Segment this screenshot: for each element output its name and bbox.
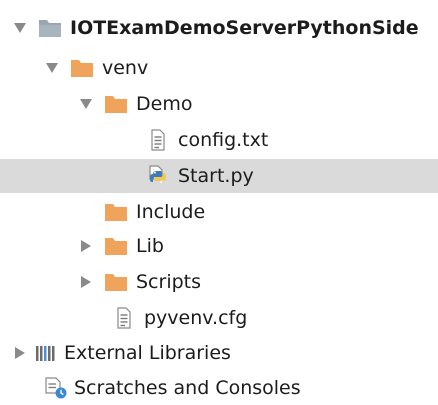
libraries-icon [34, 342, 58, 364]
chevron-right-icon[interactable] [12, 345, 28, 361]
project-folder-icon [38, 17, 62, 39]
text-file-icon [146, 129, 170, 151]
tree-item-start-py[interactable]: Start.py [0, 159, 438, 193]
folder-icon [104, 271, 128, 293]
tree-item-label: pyvenv.cfg [144, 307, 248, 329]
tree-item-include[interactable]: Include [0, 195, 438, 229]
tree-item-label: Scratches and Consoles [74, 377, 301, 399]
tree-item-label: config.txt [178, 129, 269, 151]
tree-item-label: Scripts [136, 271, 202, 293]
tree-item-label: Lib [136, 235, 164, 257]
tree-item-venv[interactable]: venv [0, 51, 438, 85]
tree-item-label: Demo [136, 93, 193, 115]
tree-item-demo[interactable]: Demo [0, 87, 438, 121]
tree-item-label: External Libraries [64, 342, 231, 364]
tree-item-project-root[interactable]: IOTExamDemoServerPythonSide [0, 11, 438, 45]
tree-item-label: Include [136, 201, 206, 223]
tree-item-label: IOTExamDemoServerPythonSide [70, 17, 419, 39]
folder-icon [70, 57, 94, 79]
scratches-icon [44, 377, 68, 399]
chevron-right-icon[interactable] [78, 238, 94, 254]
chevron-right-icon[interactable] [78, 274, 94, 290]
tree-item-label: Start.py [178, 165, 254, 187]
folder-icon [104, 201, 128, 223]
tree-item-label: venv [102, 57, 149, 79]
tree-item-scripts[interactable]: Scripts [0, 265, 438, 299]
tree-item-lib[interactable]: Lib [0, 229, 438, 263]
chevron-down-icon[interactable] [12, 20, 28, 36]
project-tree: IOTExamDemoServerPythonSide venv Demo co… [0, 0, 438, 403]
python-file-icon [146, 165, 170, 187]
chevron-down-icon[interactable] [78, 96, 94, 112]
folder-icon [104, 93, 128, 115]
tree-item-scratches-consoles[interactable]: Scratches and Consoles [0, 371, 438, 405]
tree-item-config-txt[interactable]: config.txt [0, 123, 438, 157]
text-file-icon [112, 307, 136, 329]
chevron-down-icon[interactable] [44, 60, 60, 76]
folder-icon [104, 235, 128, 257]
tree-item-pyvenv-cfg[interactable]: pyvenv.cfg [0, 301, 438, 335]
tree-item-external-libraries[interactable]: External Libraries [0, 336, 438, 370]
